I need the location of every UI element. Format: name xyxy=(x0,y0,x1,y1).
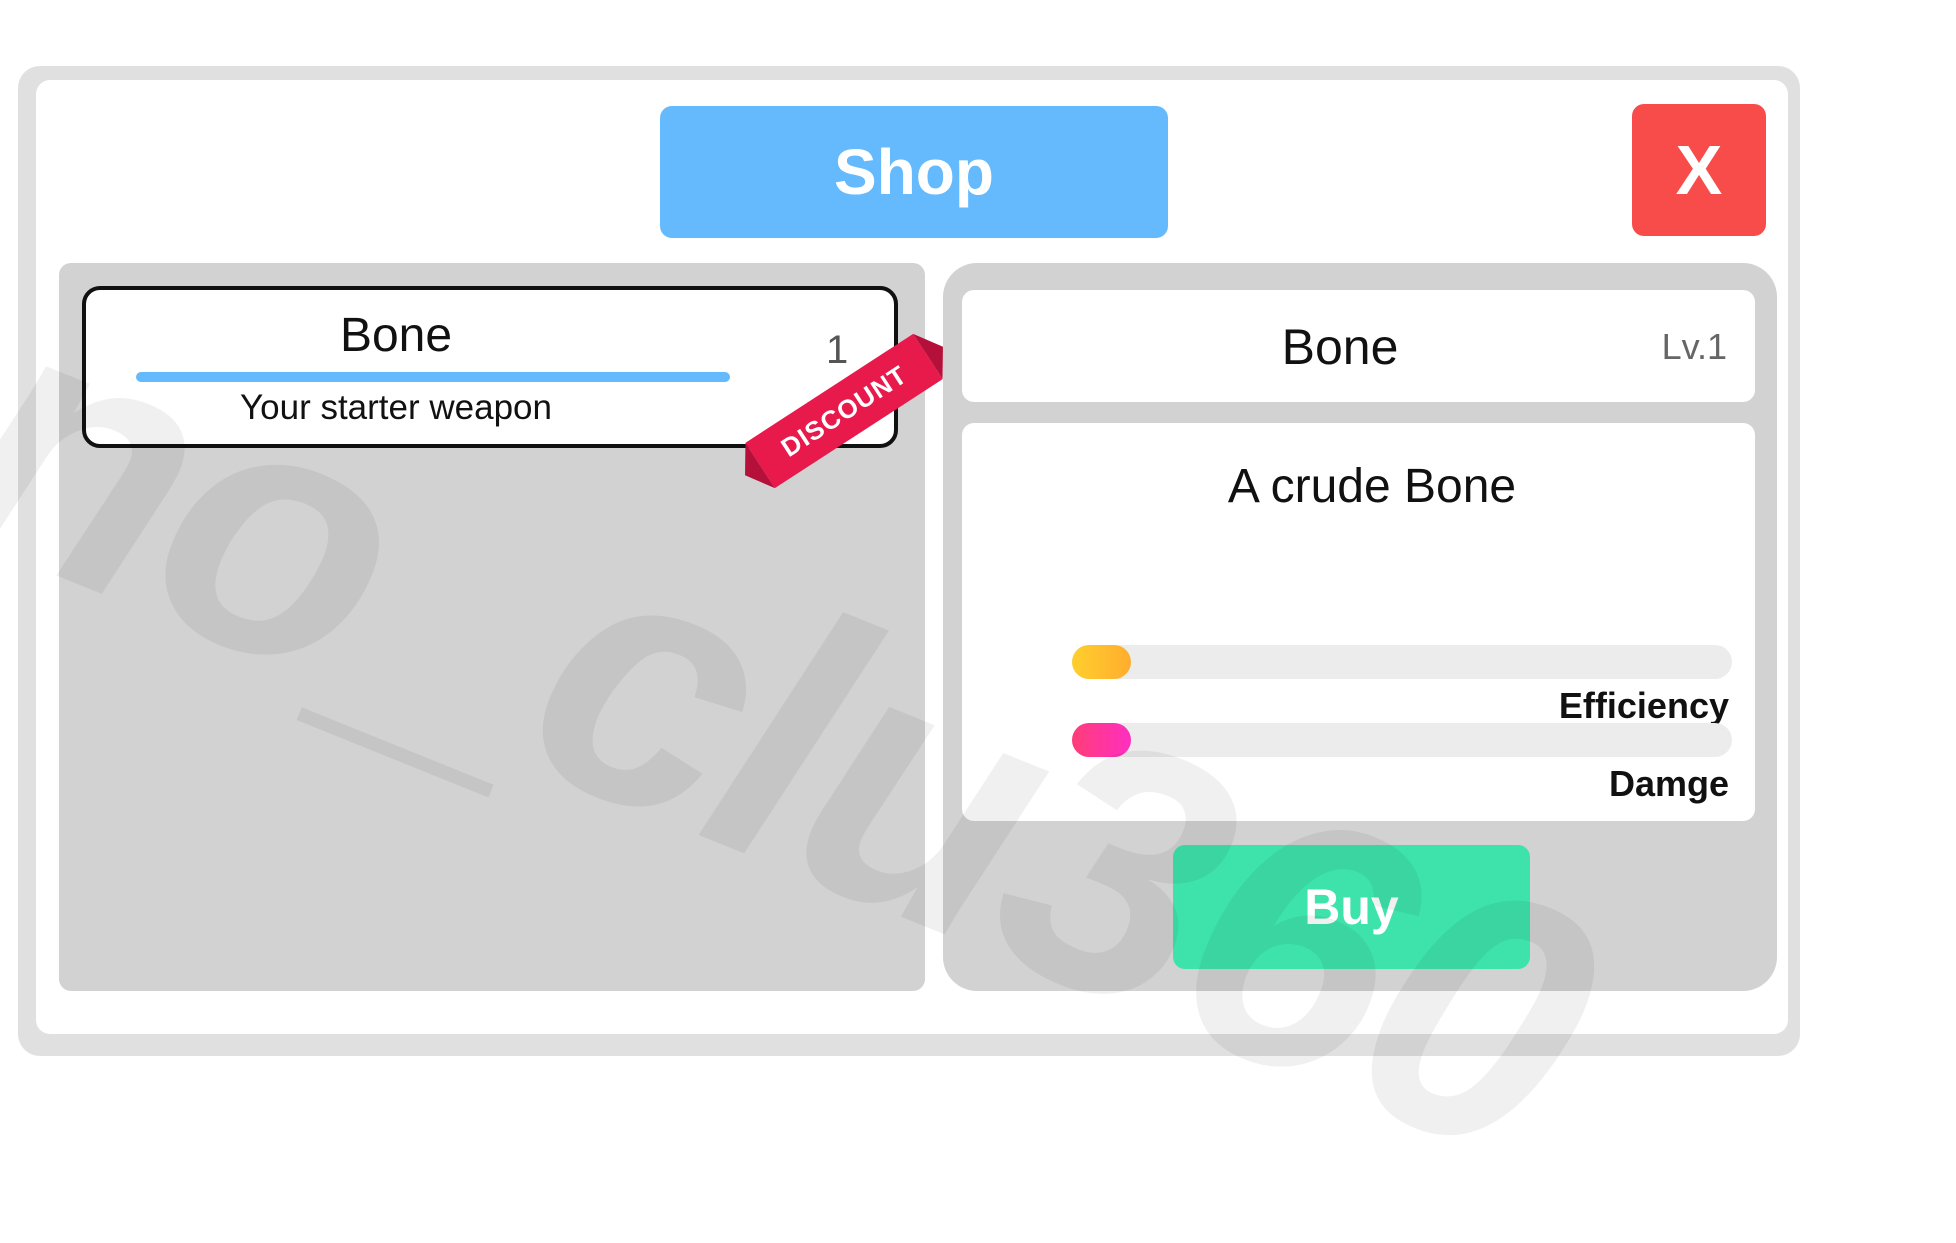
damage-stat-label: Damge xyxy=(1608,763,1729,804)
detail-header: Bone Lv.1 xyxy=(962,290,1755,402)
detail-body: A crude Bone Efficiency Damge xyxy=(962,423,1755,821)
close-button[interactable]: X xyxy=(1632,104,1766,236)
detail-item-level: Lv.1 xyxy=(1661,326,1727,367)
efficiency-stat-fill xyxy=(1072,645,1132,679)
item-name: Bone xyxy=(339,309,453,362)
item-progress-bar xyxy=(136,372,730,382)
damage-stat-bar xyxy=(1072,723,1732,757)
efficiency-stat-label: Efficiency xyxy=(1558,685,1729,726)
item-count: 1 xyxy=(826,328,849,372)
detail-item-description: A crude Bone xyxy=(1227,460,1517,513)
buy-button[interactable]: Buy xyxy=(1173,845,1530,969)
detail-item-name: Bone xyxy=(1281,319,1399,375)
damage-stat-fill xyxy=(1072,723,1132,757)
shop-title: Shop xyxy=(660,106,1168,238)
efficiency-stat-bar xyxy=(1072,645,1732,679)
item-description: Your starter weapon xyxy=(240,388,552,427)
